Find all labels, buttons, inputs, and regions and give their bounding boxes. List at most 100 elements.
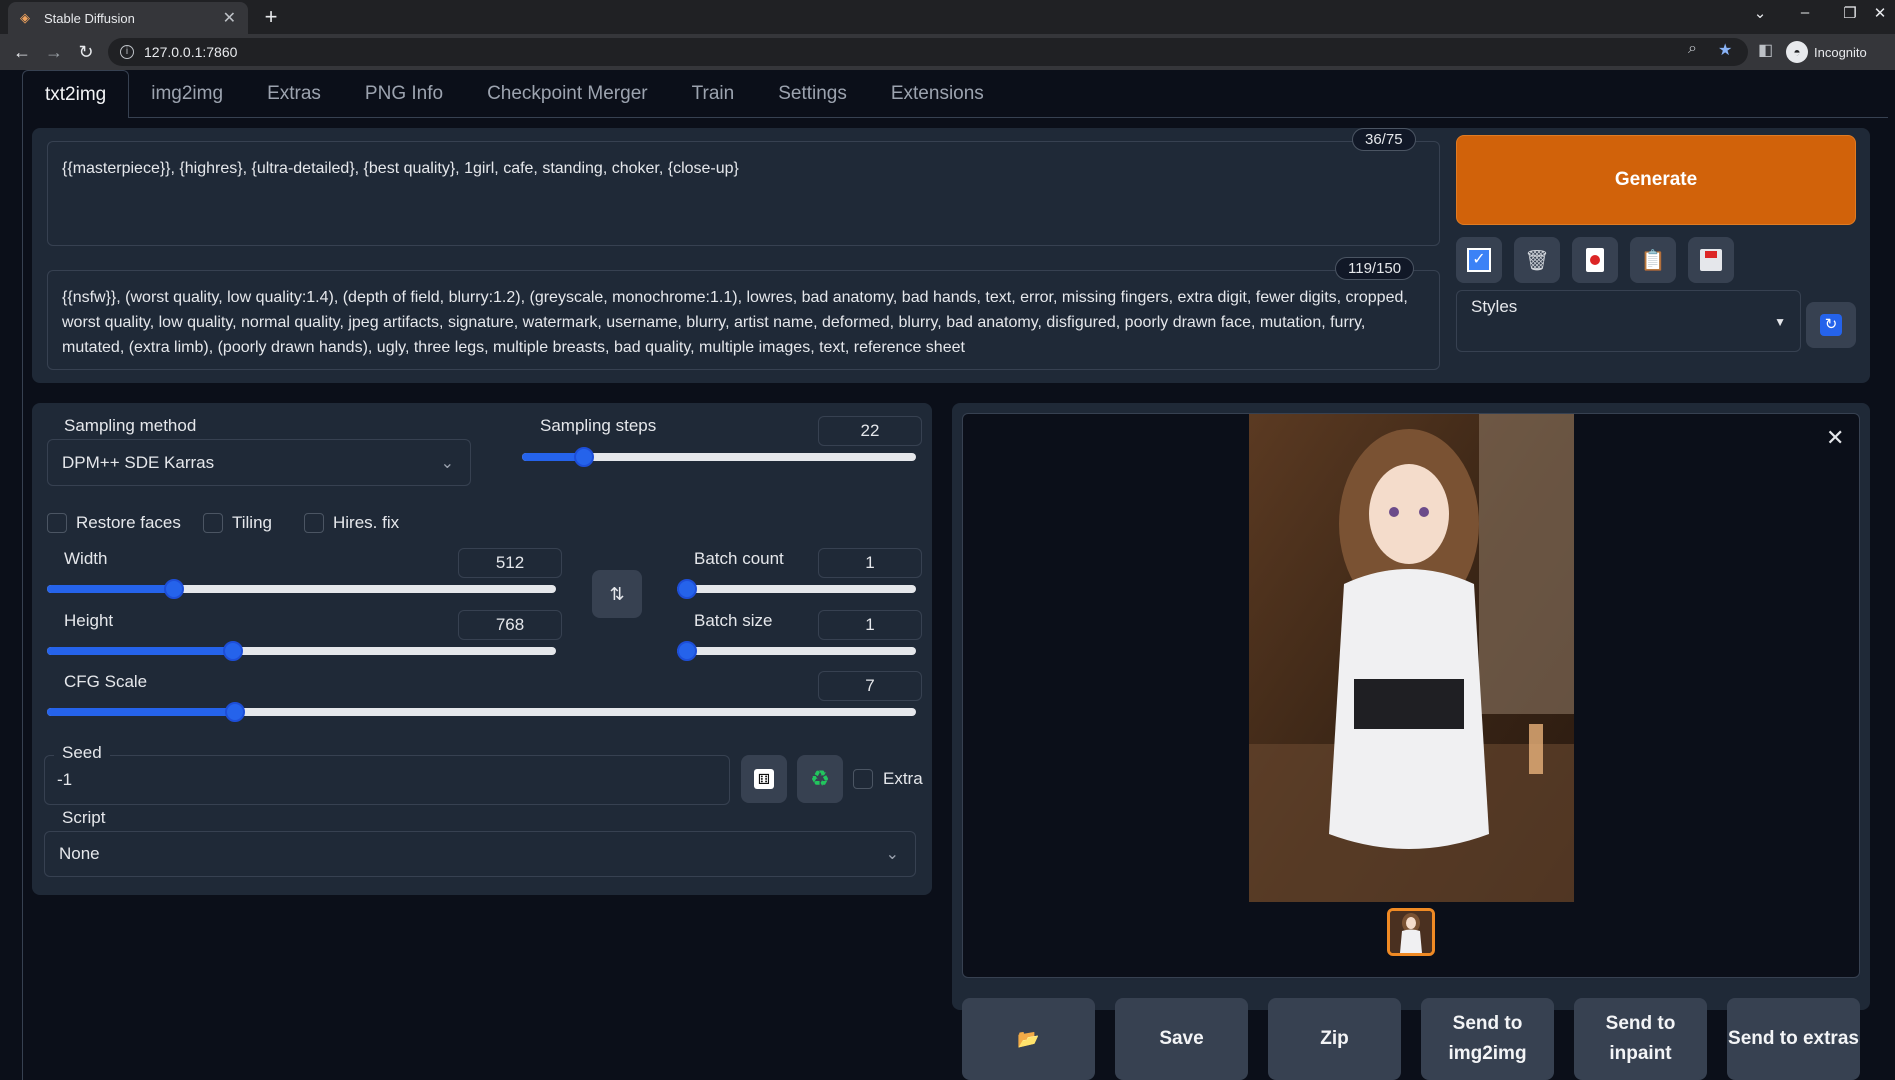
address-bar[interactable]: i 127.0.0.1:7860 <box>108 38 1748 66</box>
height-thumb[interactable] <box>223 641 243 661</box>
script-select[interactable]: None ⌄ <box>44 831 916 877</box>
tab-settings[interactable]: Settings <box>756 70 869 118</box>
height-input[interactable]: 768 <box>458 610 562 640</box>
batch-count-input[interactable]: 1 <box>818 548 922 578</box>
stable-diffusion-favicon-icon: ◈ <box>20 10 30 25</box>
forward-arrow-icon[interactable]: → <box>42 40 66 64</box>
main-tabs: txt2img img2img Extras PNG Info Checkpoi… <box>22 70 1006 118</box>
batch-size-slider[interactable] <box>677 641 916 661</box>
batch-size-thumb[interactable] <box>677 641 697 661</box>
new-tab-button[interactable]: + <box>258 5 284 31</box>
cfg-scale-slider[interactable] <box>47 702 916 722</box>
incognito-icon: ◓ <box>1786 41 1808 63</box>
apply-style-button[interactable]: 📋 <box>1630 237 1676 283</box>
reuse-seed-button[interactable]: ♻ <box>797 755 843 803</box>
extra-networks-card-icon <box>1586 248 1604 272</box>
close-image-icon[interactable]: ✕ <box>1826 425 1844 451</box>
batch-count-label: Batch count <box>694 549 784 568</box>
refresh-styles-button[interactable]: ↻ <box>1806 302 1856 348</box>
hires-fix-label: Hires. fix <box>333 513 400 532</box>
tab-search-chevron-icon[interactable]: ⌄ <box>1740 4 1780 22</box>
cfg-scale-input[interactable]: 7 <box>818 671 922 701</box>
send-to-extras-button[interactable]: Send to extras <box>1727 998 1860 1080</box>
trash-icon: 🗑 <box>1524 249 1550 272</box>
height-slider[interactable] <box>47 641 556 661</box>
side-panel-icon[interactable]: ◧ <box>1758 40 1773 60</box>
width-label: Width <box>64 549 108 568</box>
clipboard-icon: 📋 <box>1640 249 1666 272</box>
cfg-scale-thumb[interactable] <box>225 702 245 722</box>
send-to-img2img-button[interactable]: Send to img2img <box>1421 998 1554 1080</box>
bookmark-star-icon[interactable]: ★ <box>1718 40 1732 60</box>
sampling-steps-thumb[interactable] <box>574 447 594 467</box>
chevron-down-icon: ⌄ <box>440 454 454 472</box>
negative-prompt-input[interactable]: {{nsfw}}, (worst quality, low quality:1.… <box>47 270 1440 370</box>
swap-dimensions-button[interactable]: ⇅ <box>592 570 642 618</box>
incognito-indicator[interactable]: ◓ Incognito <box>1786 41 1867 63</box>
styles-label: Styles <box>1471 297 1518 316</box>
batch-size-input[interactable]: 1 <box>818 610 922 640</box>
sampling-steps-label: Sampling steps <box>540 416 657 435</box>
sampling-steps-slider[interactable] <box>522 447 916 467</box>
save-style-button[interactable] <box>1688 237 1734 283</box>
extra-seed-checkbox[interactable] <box>853 769 873 789</box>
random-seed-button[interactable]: ⚅ <box>741 755 787 803</box>
browser-toolbar: ← → ↻ i 127.0.0.1:7860 ⌕ ★ ◧ ◓ Incognito <box>0 34 1895 70</box>
minimize-icon[interactable]: – <box>1785 4 1825 21</box>
swap-arrows-icon: ⇅ <box>609 583 625 604</box>
width-input[interactable]: 512 <box>458 548 562 578</box>
checkmark-icon: ✓ <box>1467 248 1491 272</box>
tab-checkpoint-merger[interactable]: Checkpoint Merger <box>465 70 670 118</box>
sampling-steps-input[interactable]: 22 <box>818 416 922 446</box>
tab-png-info[interactable]: PNG Info <box>343 70 465 118</box>
show-extra-networks-button[interactable] <box>1572 237 1618 283</box>
back-arrow-icon[interactable]: ← <box>10 40 34 64</box>
browser-tab[interactable]: ◈ Stable Diffusion ✕ <box>8 2 248 34</box>
batch-size-label: Batch size <box>694 611 773 630</box>
sampling-method-value: DPM++ SDE Karras <box>62 452 215 472</box>
sampling-method-select[interactable]: DPM++ SDE Karras ⌄ <box>47 439 471 486</box>
extra-seed-label: Extra <box>883 769 923 788</box>
dice-icon: ⚅ <box>754 769 774 789</box>
tab-txt2img[interactable]: txt2img <box>22 70 130 118</box>
site-info-icon[interactable]: i <box>120 45 134 59</box>
chevron-down-icon: ⌄ <box>885 846 899 863</box>
reload-icon[interactable]: ↻ <box>74 40 98 64</box>
script-value: None <box>59 844 100 863</box>
tab-extras[interactable]: Extras <box>245 70 343 118</box>
zip-button[interactable]: Zip <box>1268 998 1401 1080</box>
close-window-icon[interactable]: ✕ <box>1860 4 1895 22</box>
recycle-icon: ♻ <box>810 766 830 791</box>
styles-dropdown[interactable]: Styles ▼ <box>1456 290 1801 352</box>
tiling-checkbox[interactable] <box>203 513 223 533</box>
interrupt-checkbox-button[interactable]: ✓ <box>1456 237 1502 283</box>
sampling-method-label: Sampling method <box>64 416 197 435</box>
clear-prompt-button[interactable]: 🗑 <box>1514 237 1560 283</box>
gallery-thumbnail[interactable] <box>1387 908 1435 956</box>
save-button[interactable]: Save <box>1115 998 1248 1080</box>
generated-image[interactable] <box>1249 414 1574 902</box>
generate-button[interactable]: Generate <box>1456 135 1856 225</box>
batch-count-thumb[interactable] <box>677 579 697 599</box>
seed-label: Seed <box>54 743 110 763</box>
refresh-icon: ↻ <box>1820 314 1842 336</box>
tab-extensions[interactable]: Extensions <box>869 70 1006 118</box>
incognito-label: Incognito <box>1814 44 1867 60</box>
prompt-input[interactable]: {{masterpiece}}, {highres}, {ultra-detai… <box>47 141 1440 246</box>
open-folder-button[interactable]: 📂 <box>962 998 1095 1080</box>
zoom-icon[interactable]: ⌕ <box>1688 40 1697 58</box>
batch-count-slider[interactable] <box>677 579 916 599</box>
tab-img2img[interactable]: img2img <box>129 70 245 118</box>
thumbnail-image <box>1390 911 1432 953</box>
send-to-inpaint-button[interactable]: Send to inpaint <box>1574 998 1707 1080</box>
width-slider[interactable] <box>47 579 556 599</box>
restore-faces-label: Restore faces <box>76 513 181 532</box>
seed-input[interactable]: -1 <box>44 755 730 805</box>
restore-faces-checkbox[interactable] <box>47 513 67 533</box>
tab-train[interactable]: Train <box>670 70 757 118</box>
width-thumb[interactable] <box>164 579 184 599</box>
cfg-scale-label: CFG Scale <box>64 672 148 691</box>
height-label: Height <box>64 611 114 630</box>
hires-fix-checkbox[interactable] <box>304 513 324 533</box>
close-tab-icon[interactable]: ✕ <box>223 8 236 28</box>
